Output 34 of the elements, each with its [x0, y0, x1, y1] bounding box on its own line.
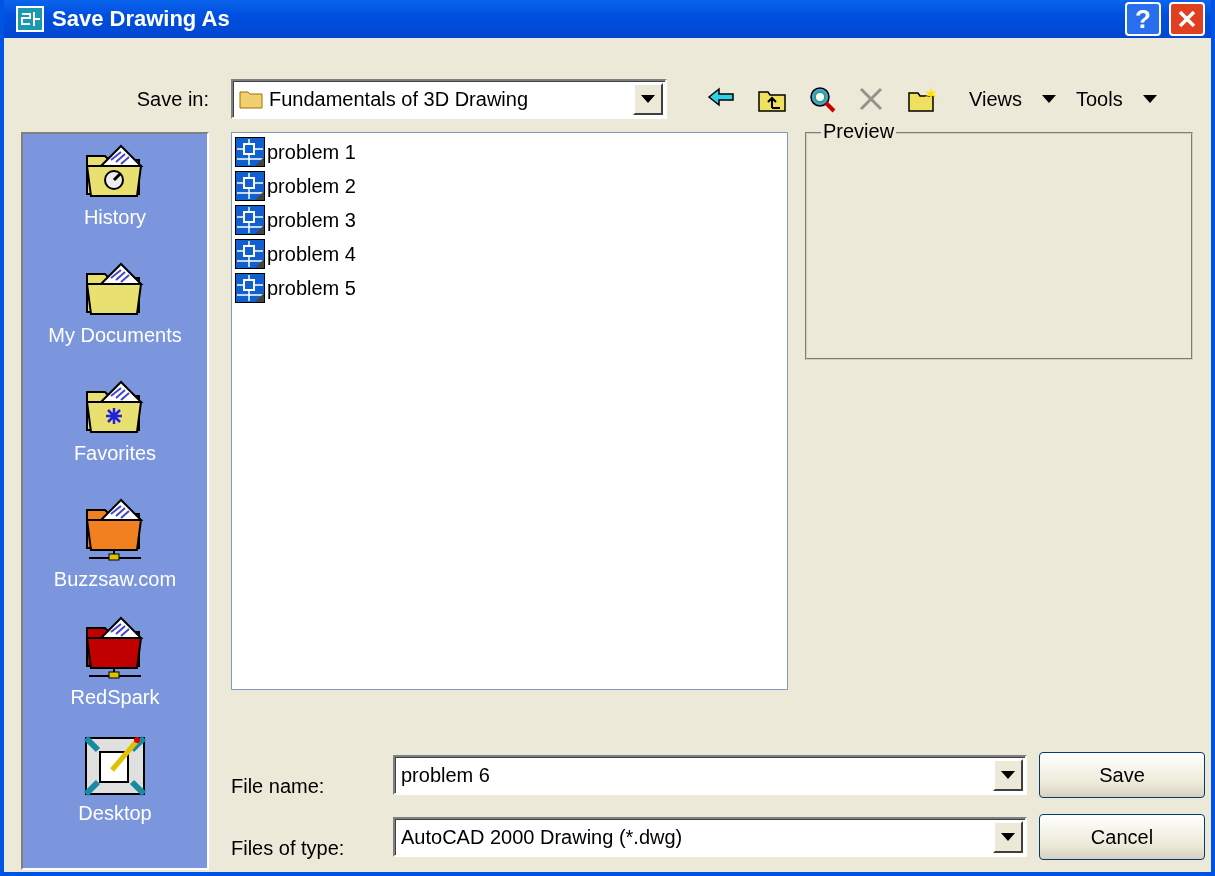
app-icon	[16, 6, 44, 32]
save-button[interactable]: Save	[1039, 752, 1205, 798]
menu-button[interactable]: Views	[969, 87, 1022, 111]
file-type-dropdown[interactable]: AutoCAD 2000 Drawing (*.dwg)	[393, 817, 1027, 857]
folder-icon	[239, 89, 263, 109]
drawing-file-icon	[235, 273, 265, 303]
save-in-dropdown[interactable]: Fundamentals of 3D Drawing	[231, 79, 667, 119]
help-button[interactable]: ?	[1125, 2, 1161, 36]
file-type-label: Files of type:	[231, 837, 346, 860]
file-name-field[interactable]: problem 6	[393, 755, 1027, 795]
menu-button[interactable]: Tools	[1076, 87, 1123, 111]
desktop-icon	[84, 734, 146, 796]
caret-icon	[1142, 95, 1157, 103]
save-in-value: Fundamentals of 3D Drawing	[269, 87, 528, 111]
caret-icon	[1001, 771, 1015, 779]
file-item[interactable]: problem 4	[235, 239, 358, 269]
caret-icon	[1042, 95, 1056, 103]
globe-magnifier-icon[interactable]	[807, 85, 837, 113]
drawing-file-icon	[235, 239, 265, 269]
drawing-file-icon	[235, 205, 265, 235]
drawing-file-icon	[235, 137, 265, 167]
drawing-file-icon	[235, 171, 265, 201]
caret-icon	[641, 95, 655, 103]
close-button[interactable]	[1169, 2, 1205, 36]
close-icon	[1177, 9, 1197, 29]
caret-icon	[1001, 833, 1015, 841]
cancel-button[interactable]: Cancel	[1039, 814, 1205, 860]
file-item[interactable]: problem 1	[235, 137, 358, 167]
file-name-label: File name:	[231, 775, 326, 798]
file-item[interactable]: problem 3	[235, 205, 358, 235]
file-item[interactable]: problem 5	[235, 273, 358, 303]
file-item[interactable]: problem 2	[235, 171, 358, 201]
window-title: Save Drawing As	[52, 6, 231, 32]
save-in-label: Save in:	[136, 87, 209, 111]
